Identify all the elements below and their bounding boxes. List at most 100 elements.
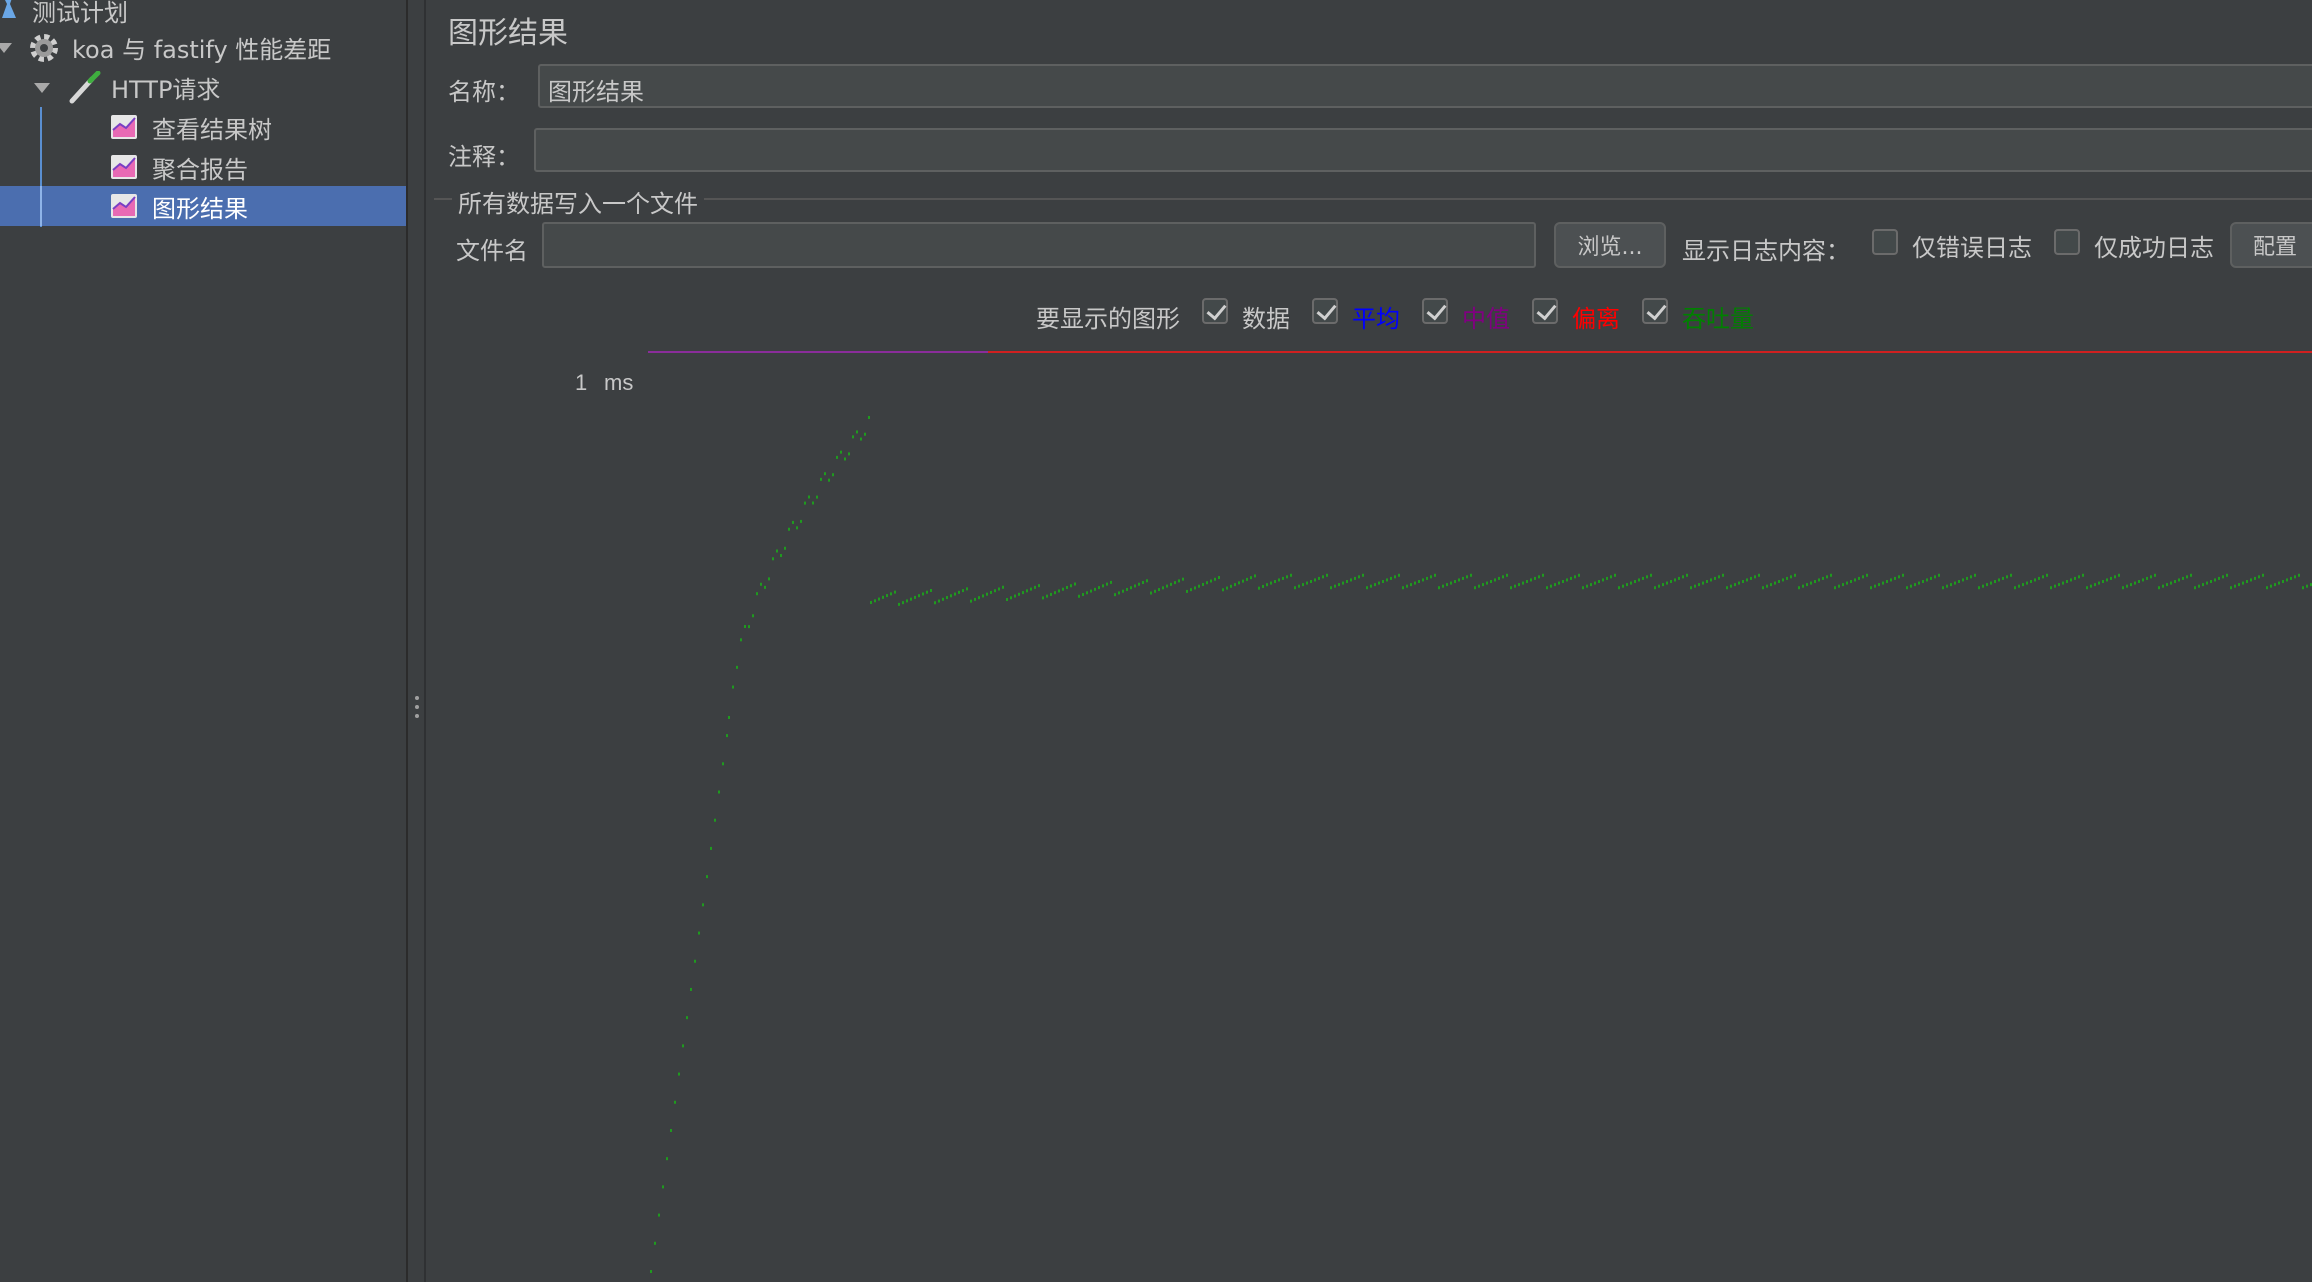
- throughput-point: [1878, 583, 1880, 587]
- throughput-point: [1946, 584, 1948, 588]
- throughput-point: [1382, 580, 1384, 583]
- throughput-point: [1278, 578, 1280, 582]
- throughput-point: [706, 875, 708, 879]
- y-axis-value: 1: [575, 370, 587, 395]
- throughput-point: [2094, 583, 2096, 587]
- throughput-point: [958, 590, 960, 594]
- throughput-point: [1826, 575, 1828, 579]
- throughput-point: [1058, 589, 1060, 593]
- throughput-point: [698, 931, 700, 935]
- throughput-point: [702, 903, 704, 907]
- throughput-point: [772, 557, 774, 561]
- throughput-point: [1654, 586, 1656, 590]
- throughput-point: [1526, 580, 1528, 583]
- drag-handle-dot: [415, 714, 419, 718]
- throughput-point: [1338, 583, 1340, 587]
- throughput-point: [1622, 584, 1624, 588]
- throughput-point: [1418, 580, 1420, 583]
- throughput-point: [1054, 591, 1056, 595]
- throughput-point: [650, 1270, 652, 1273]
- throughput-point: [918, 594, 920, 598]
- test-plan-tree[interactable]: 测试计划 koa 与 fastify 性能差距 HTTP请求 查看结果树 聚合报…: [0, 0, 408, 1282]
- tree-item-thread-group[interactable]: koa 与 fastify 性能差距: [0, 27, 406, 67]
- tree-item-graph-results[interactable]: 图形结果: [0, 186, 406, 226]
- tree-item-aggregate-report[interactable]: 聚合报告: [0, 147, 406, 187]
- throughput-point: [2110, 576, 2112, 580]
- throughput-point: [780, 553, 782, 557]
- throughput-point: [1666, 581, 1668, 585]
- throughput-point: [2170, 581, 2172, 585]
- throughput-point: [1118, 591, 1120, 595]
- throughput-point: [658, 1213, 660, 1217]
- throughput-point: [2070, 578, 2072, 582]
- throughput-point: [1814, 580, 1816, 583]
- throughput-point: [1298, 584, 1300, 588]
- throughput-point: [662, 1185, 664, 1189]
- split-pane-divider[interactable]: [408, 0, 426, 1282]
- throughput-point: [1610, 575, 1612, 579]
- throughput-point: [2130, 583, 2132, 587]
- throughput-point: [1438, 586, 1440, 590]
- throughput-point: [752, 614, 754, 618]
- throughput-point: [1562, 580, 1564, 583]
- throughput-point: [2074, 576, 2076, 580]
- throughput-point: [816, 495, 818, 499]
- throughput-point: [986, 592, 988, 596]
- throughput-point: [1310, 580, 1312, 583]
- tree-item-http-request[interactable]: HTTP请求: [0, 67, 406, 107]
- chevron-down-icon[interactable]: [34, 83, 50, 93]
- throughput-point: [1162, 586, 1164, 590]
- throughput-point: [962, 589, 964, 593]
- throughput-point: [1882, 581, 1884, 585]
- throughput-point: [828, 478, 830, 482]
- throughput-point: [1762, 586, 1764, 590]
- throughput-point: [1210, 579, 1212, 583]
- throughput-point: [1630, 581, 1632, 585]
- throughput-point: [2018, 584, 2020, 588]
- throughput-point: [2022, 583, 2024, 587]
- chevron-down-icon[interactable]: [0, 43, 12, 53]
- throughput-point: [1582, 586, 1584, 590]
- throughput-point: [1066, 585, 1068, 589]
- throughput-point: [1378, 581, 1380, 585]
- throughput-point: [2298, 573, 2300, 577]
- throughput-point: [1142, 581, 1144, 585]
- throughput-point: [1262, 584, 1264, 588]
- throughput-point: [760, 582, 762, 586]
- throughput-point: [1718, 575, 1720, 579]
- throughput-point: [1042, 596, 1044, 600]
- throughput-point: [1394, 575, 1396, 579]
- throughput-point: [1758, 573, 1760, 577]
- tree-item-label: 查看结果树: [152, 115, 272, 144]
- throughput-point: [1642, 576, 1644, 580]
- throughput-point: [1774, 581, 1776, 585]
- throughput-point: [1138, 582, 1140, 586]
- throughput-point: [2186, 575, 2188, 579]
- tree-item-view-results-tree[interactable]: 查看结果树: [0, 107, 406, 147]
- throughput-point: [2106, 578, 2108, 582]
- throughput-point: [974, 597, 976, 601]
- throughput-point: [1834, 586, 1836, 590]
- throughput-point: [1570, 576, 1572, 580]
- throughput-point: [2262, 573, 2264, 577]
- throughput-point: [654, 1241, 656, 1245]
- throughput-point: [836, 455, 838, 459]
- throughput-point: [1578, 573, 1580, 577]
- throughput-point: [1706, 580, 1708, 583]
- throughput-point: [2246, 580, 2248, 583]
- throughput-point: [1218, 576, 1220, 580]
- throughput-point: [812, 501, 814, 505]
- throughput-point: [1398, 573, 1400, 577]
- throughput-point: [1754, 575, 1756, 579]
- throughput-point: [1954, 581, 1956, 585]
- throughput-point: [2058, 583, 2060, 587]
- throughput-point: [2242, 581, 2244, 585]
- throughput-point: [1930, 576, 1932, 580]
- throughput-point: [1802, 584, 1804, 588]
- throughput-point: [2078, 575, 2080, 579]
- throughput-point: [1982, 584, 1984, 588]
- throughput-point: [1518, 583, 1520, 587]
- tree-item-test-plan[interactable]: 测试计划: [0, 0, 406, 30]
- throughput-point: [2202, 583, 2204, 587]
- throughput-point: [1650, 573, 1652, 577]
